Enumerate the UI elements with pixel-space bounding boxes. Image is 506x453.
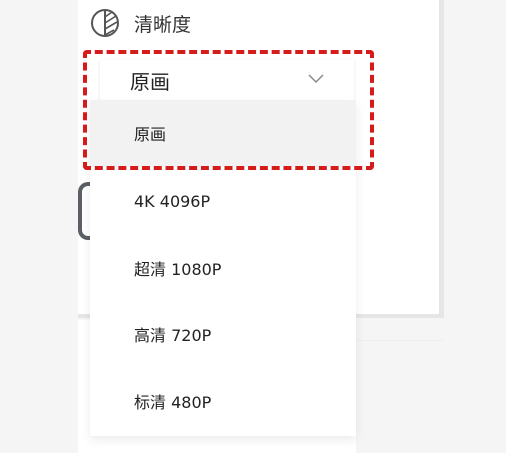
quality-option-label: 4K 4096P [134, 191, 211, 211]
quality-option-label: 超清 1080P [134, 260, 222, 279]
chevron-down-icon [308, 74, 324, 84]
quality-select[interactable]: 原画 [100, 60, 354, 100]
quality-select-value: 原画 [130, 69, 170, 94]
quality-option-label: 原画 [134, 125, 167, 144]
section-title: 清晰度 [134, 13, 192, 36]
quality-option-1080p[interactable]: 超清 1080P [90, 235, 356, 301]
quality-dropdown-menu: 原画 4K 4096P 超清 1080P 高清 720P 标清 480P [90, 100, 356, 436]
partial-toggle-control[interactable] [78, 182, 90, 240]
section-header-quality: 清晰度 [90, 6, 191, 40]
quality-option-original[interactable]: 原画 [90, 100, 356, 166]
quality-option-720p[interactable]: 高清 720P [90, 301, 356, 367]
quality-option-480p[interactable]: 标清 480P [90, 368, 356, 434]
contrast-icon [91, 9, 119, 37]
quality-option-4k[interactable]: 4K 4096P [90, 168, 356, 234]
quality-option-label: 高清 720P [134, 326, 212, 345]
quality-option-label: 标清 480P [134, 393, 212, 412]
